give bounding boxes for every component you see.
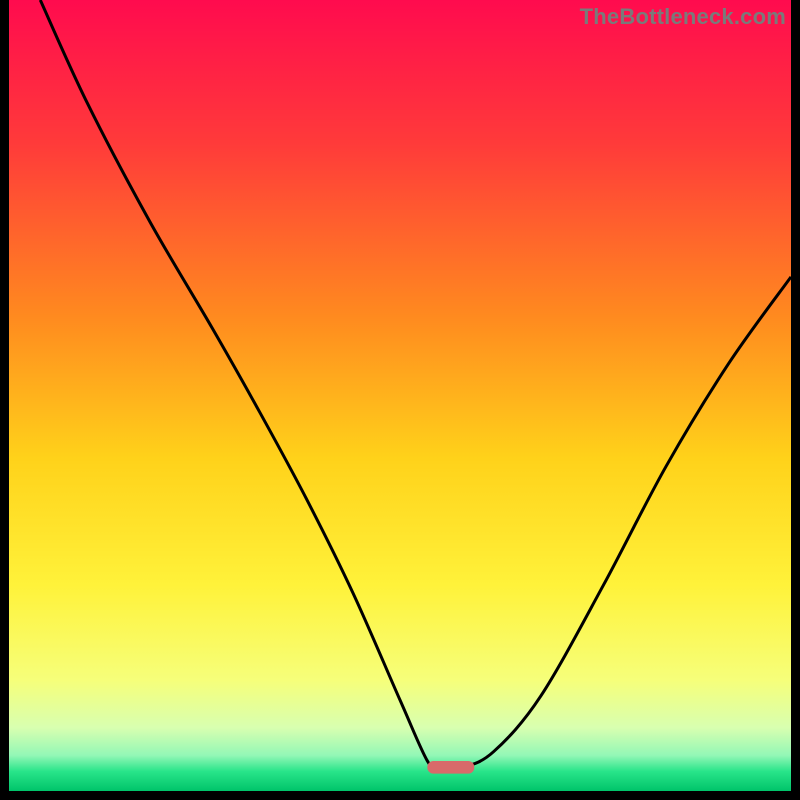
bottleneck-chart (9, 0, 791, 791)
watermark-label: TheBottleneck.com (580, 4, 786, 30)
optimal-marker (427, 761, 474, 774)
chart-frame (9, 0, 791, 791)
gradient-background (9, 0, 791, 791)
